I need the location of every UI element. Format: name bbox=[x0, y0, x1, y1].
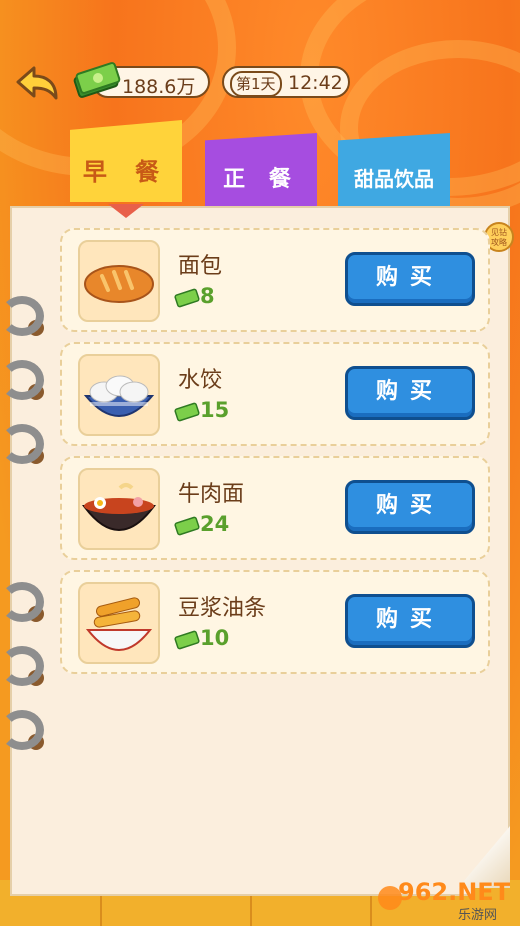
beef-noodles-icon bbox=[78, 468, 160, 550]
item-name: 面包 bbox=[178, 254, 223, 279]
cash-stack-icon bbox=[70, 58, 124, 98]
list-item: 豆浆油条 10 购买 bbox=[60, 570, 490, 674]
tab-main-meal[interactable]: 正 餐 bbox=[205, 133, 317, 207]
list-item: 水饺 15 购买 bbox=[60, 342, 490, 446]
bread-icon bbox=[78, 240, 160, 322]
buy-button[interactable]: 购买 bbox=[345, 252, 475, 306]
watermark-main: 962.NET bbox=[398, 878, 511, 906]
tab-breakfast[interactable]: 早 餐 bbox=[70, 120, 182, 202]
day-label: 第1天 bbox=[230, 71, 282, 97]
item-name: 牛肉面 bbox=[178, 482, 245, 507]
buy-button[interactable]: 购买 bbox=[345, 594, 475, 648]
cash-icon bbox=[174, 516, 200, 536]
day-time-display: 第1天 12:42 bbox=[222, 66, 350, 98]
cash-icon bbox=[174, 630, 200, 650]
item-price: 24 bbox=[200, 512, 230, 536]
item-name: 水饺 bbox=[178, 368, 223, 393]
item-price: 8 bbox=[200, 284, 215, 308]
dumplings-icon bbox=[78, 354, 160, 436]
buy-button[interactable]: 购买 bbox=[345, 480, 475, 534]
active-tab-pointer bbox=[108, 204, 144, 218]
cash-icon bbox=[174, 402, 200, 422]
time-label: 12:42 bbox=[288, 72, 343, 94]
item-price: 10 bbox=[200, 626, 230, 650]
item-price: 15 bbox=[200, 398, 230, 422]
money-value: 188.6万 bbox=[122, 76, 196, 98]
watermark-sub: 乐游网 bbox=[458, 908, 498, 923]
list-item: 牛肉面 24 购买 bbox=[60, 456, 490, 560]
list-item: 面包 8 购买 bbox=[60, 228, 490, 332]
back-arrow-icon[interactable] bbox=[14, 64, 60, 104]
tab-desserts-drinks[interactable]: 甜品饮品 bbox=[338, 133, 450, 207]
buy-button[interactable]: 购买 bbox=[345, 366, 475, 420]
item-name: 豆浆油条 bbox=[178, 596, 267, 621]
guide-badge-label: 见钻 攻略 bbox=[491, 228, 507, 247]
cash-icon bbox=[174, 288, 200, 308]
fried-dough-icon bbox=[78, 582, 160, 664]
